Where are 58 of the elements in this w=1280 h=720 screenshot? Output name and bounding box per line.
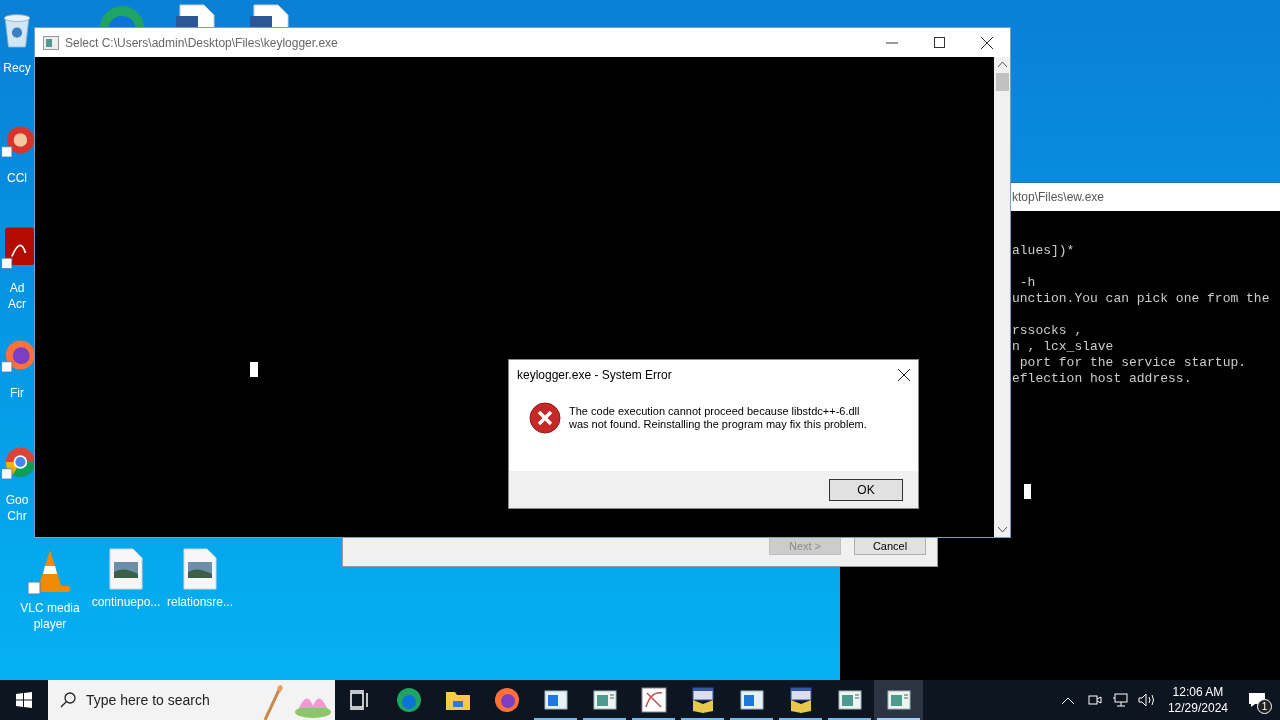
clock[interactable]: 12:06 AM 12/29/2024 [1167,684,1228,716]
volume-icon[interactable] [1137,693,1156,707]
close-icon[interactable] [898,369,910,381]
scrollbar-thumb[interactable] [995,73,1009,91]
scroll-up-icon[interactable] [997,62,1007,67]
dialog-title: keylogger.exe - System Error [517,367,672,384]
desktop-icon-label[interactable]: relationsre... [162,594,238,610]
application-window-icon [886,690,911,710]
notification-badge: 1 [1257,699,1272,714]
desktop-icon-label[interactable]: Fir [0,385,34,401]
console-line: port for the service startup. [1018,355,1247,371]
maximize-icon[interactable] [934,37,945,48]
desktop-icon-label[interactable]: continuepo... [88,594,164,610]
close-icon[interactable] [981,36,993,49]
windows-logo-icon [16,692,32,708]
ok-button[interactable]: OK [829,478,903,501]
taskbar-app-button[interactable] [874,680,923,720]
firefox-icon [493,687,520,713]
scroll-down-icon[interactable] [997,527,1007,532]
image-file-icon [109,548,143,590]
console-line: -h [1018,275,1036,291]
console-line: n , lcx_slave [1012,339,1114,355]
desktop-icon-label[interactable]: Ad Acr [0,280,34,312]
console-app-icon [43,35,59,50]
camera-icon[interactable] [1087,693,1102,707]
window-icon [543,690,568,710]
search-field[interactable]: Type here to search [48,680,335,720]
image-file-icon [183,548,217,590]
window-title: Select C:\Users\admin\Desktop\Files\keylogger.exe [65,34,338,52]
window-title: ktop\Files\ew.exe [1012,189,1105,206]
console-line: eflection host address. [1012,371,1192,387]
desktop-icon-label[interactable]: Recy [0,60,34,76]
installer-box-icon [689,687,716,713]
installer-box-icon [787,687,814,713]
minimize-icon[interactable] [886,41,898,44]
console-line: alues])* [1012,243,1075,259]
application-window-icon [592,690,617,710]
lotus-drawing [263,682,333,720]
task-view-icon [348,690,371,710]
search-icon [60,692,76,708]
chevron-up-icon[interactable] [1061,696,1074,704]
window-icon [739,690,764,710]
application-window-icon [837,690,862,710]
text-cursor [250,362,258,377]
paint-canvas-icon [640,687,667,713]
console-line: rssocks , [1012,323,1083,339]
search-input[interactable]: Type here to search [86,689,236,711]
error-icon [529,401,561,434]
edge-icon [395,687,422,713]
error-message: The code execution cannot proceed because libstdc++-6.dll was not found. Reinstalling the program may fix this problem. [569,404,868,431]
desktop-icon-label[interactable]: Goo Chr [0,492,34,524]
scrollbar[interactable] [994,57,1010,537]
folder-icon [444,689,471,711]
desktop-icon-label[interactable]: CCl [0,170,34,186]
desktop-icon-label[interactable]: VLC media player [12,600,88,632]
text-cursor [1024,484,1031,499]
network-icon[interactable] [1111,693,1128,707]
console-line: unction.You can pick one from the [1012,291,1270,307]
